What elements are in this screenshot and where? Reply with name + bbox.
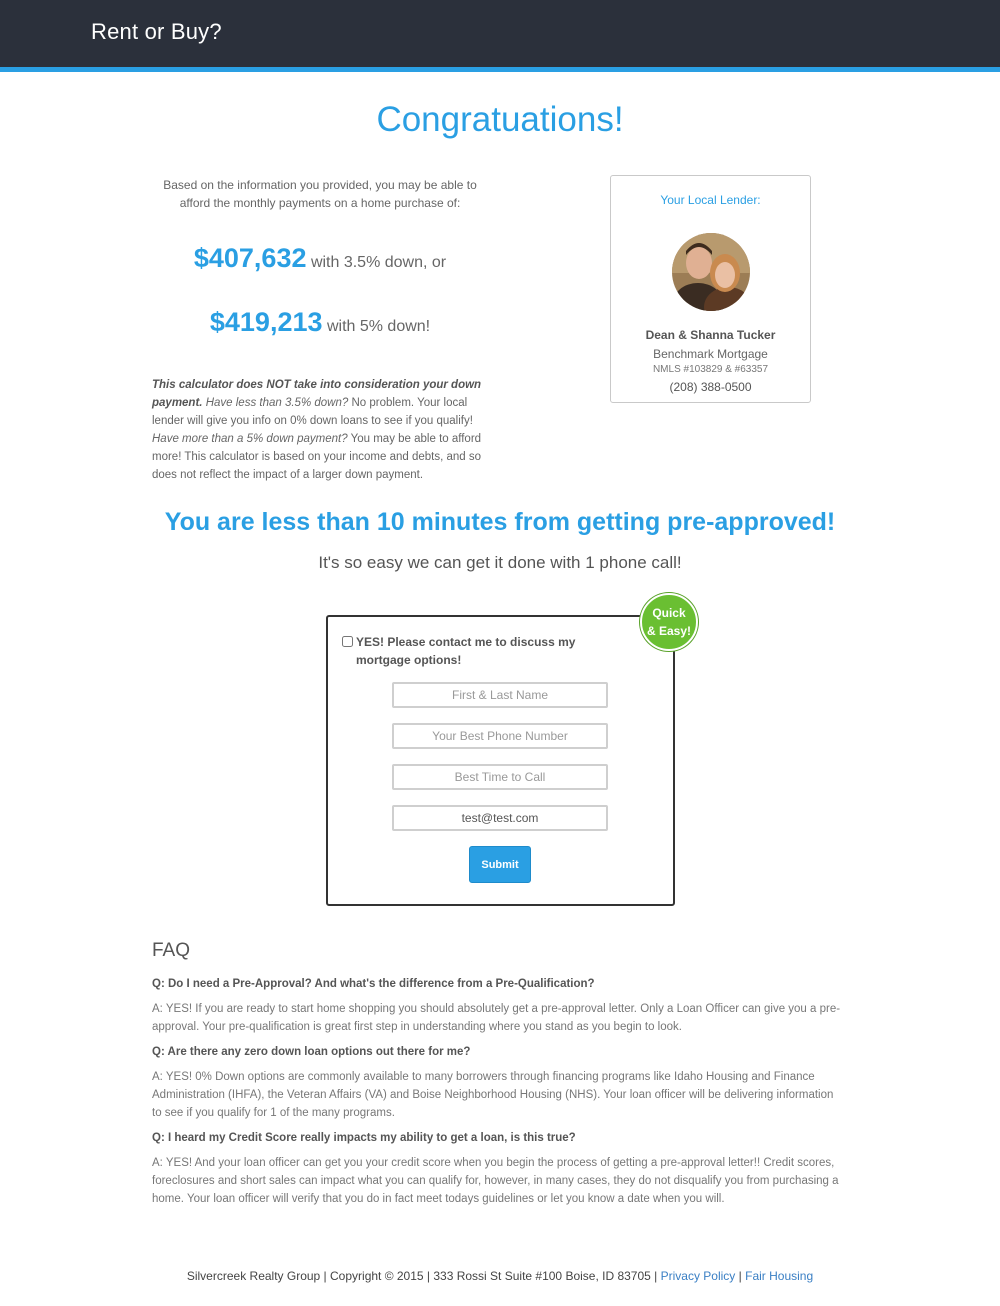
fair-housing-link[interactable]: Fair Housing bbox=[745, 1269, 813, 1283]
calculator-disclaimer: This calculator does NOT take into consi… bbox=[152, 376, 482, 484]
best-time-input[interactable] bbox=[392, 764, 608, 790]
faq-answer: A: YES! 0% Down options are commonly ava… bbox=[152, 1071, 834, 1119]
brand-title[interactable]: Rent or Buy? bbox=[91, 19, 222, 45]
lender-card-title: Your Local Lender: bbox=[660, 193, 761, 207]
amount-3-5-suffix: with 3.5% down, or bbox=[310, 254, 447, 271]
lender-photo bbox=[671, 233, 750, 311]
privacy-policy-link[interactable]: Privacy Policy bbox=[661, 1269, 736, 1283]
disclaimer-question-2: Have more than a 5% down payment? bbox=[152, 433, 348, 445]
page-title: Congratuations! bbox=[376, 100, 624, 139]
phone-input[interactable] bbox=[392, 723, 608, 749]
lender-company: Benchmark Mortgage bbox=[653, 347, 768, 361]
consent-checkbox[interactable] bbox=[342, 636, 353, 647]
result-intro: Based on the information you provided, y… bbox=[163, 178, 477, 210]
footer-separator: | bbox=[738, 1269, 742, 1283]
lender-phone[interactable]: (208) 388-0500 bbox=[611, 380, 810, 394]
top-navbar: Rent or Buy? bbox=[0, 0, 1000, 72]
badge-line-1: Quick bbox=[652, 606, 686, 620]
amount-5-suffix: with 5% down! bbox=[326, 318, 431, 335]
faq-answer: A: YES! If you are ready to start home s… bbox=[152, 1003, 841, 1033]
faq-question: Q: Do I need a Pre-Approval? And what's … bbox=[152, 978, 595, 990]
preapproval-subheadline: It's so easy we can get it done with 1 p… bbox=[318, 553, 682, 572]
amount-row-5-down: $419,213 with 5% down! bbox=[150, 307, 490, 338]
email-input[interactable] bbox=[392, 805, 608, 831]
faq-question: Q: I heard my Credit Score really impact… bbox=[152, 1132, 576, 1144]
quick-easy-badge: Quick & Easy! bbox=[640, 593, 698, 651]
amount-row-3-5-down: $407,632 with 3.5% down, or bbox=[150, 243, 490, 274]
disclaimer-question-1: Have less than 3.5% down? bbox=[205, 397, 349, 409]
faq-list: Q: Do I need a Pre-Approval? And what's … bbox=[152, 975, 842, 1215]
faq-answer: A: YES! And your loan officer can get yo… bbox=[152, 1157, 839, 1205]
submit-button[interactable]: Submit bbox=[469, 846, 531, 883]
lender-name: Dean & Shanna Tucker bbox=[645, 328, 776, 342]
consent-label: YES! Please contact me to discuss my mor… bbox=[356, 635, 576, 667]
amount-5-down: $419,213 bbox=[209, 307, 323, 337]
consent-option[interactable]: YES! Please contact me to discuss my mor… bbox=[342, 633, 612, 669]
preapproval-headline: You are less than 10 minutes from gettin… bbox=[164, 508, 836, 536]
faq-question: Q: Are there any zero down loan options … bbox=[152, 1046, 471, 1058]
faq-title: FAQ bbox=[152, 940, 191, 961]
name-input[interactable] bbox=[392, 682, 608, 708]
lender-nmls: NMLS #103829 & #63357 bbox=[652, 364, 769, 375]
footer-text: Silvercreek Realty Group | Copyright © 2… bbox=[186, 1269, 658, 1283]
footer: Silvercreek Realty Group | Copyright © 2… bbox=[0, 1269, 1000, 1283]
badge-line-2: & Easy! bbox=[646, 624, 692, 638]
amount-3-5-down: $407,632 bbox=[193, 243, 307, 273]
local-lender-card: Your Local Lender: Dean & Shanna Tucker … bbox=[610, 175, 811, 403]
